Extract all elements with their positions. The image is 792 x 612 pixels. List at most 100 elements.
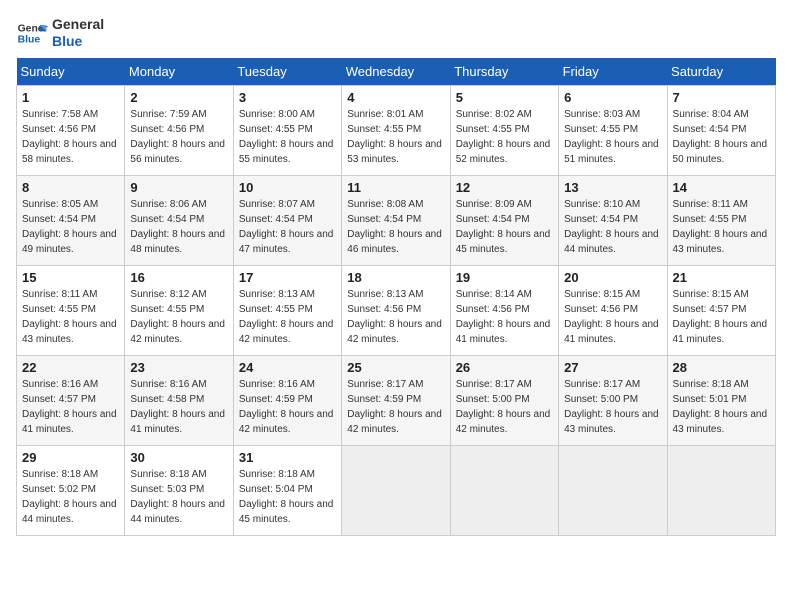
sunset-label: Sunset: 5:02 PM — [22, 484, 96, 495]
sunset-label: Sunset: 4:55 PM — [239, 304, 313, 315]
daylight-label: Daylight: 8 hours and 44 minutes. — [22, 499, 117, 525]
calendar-day-cell: 5 Sunrise: 8:02 AM Sunset: 4:55 PM Dayli… — [450, 85, 558, 175]
daylight-label: Daylight: 8 hours and 43 minutes. — [673, 229, 768, 255]
calendar-week-row: 15 Sunrise: 8:11 AM Sunset: 4:55 PM Dayl… — [17, 265, 776, 355]
day-info: Sunrise: 8:10 AM Sunset: 4:54 PM Dayligh… — [564, 197, 661, 257]
sunset-label: Sunset: 4:54 PM — [130, 214, 204, 225]
sunrise-label: Sunrise: 8:01 AM — [347, 109, 423, 120]
daylight-label: Daylight: 8 hours and 45 minutes. — [239, 499, 334, 525]
daylight-label: Daylight: 8 hours and 41 minutes. — [564, 319, 659, 345]
daylight-label: Daylight: 8 hours and 41 minutes. — [130, 409, 225, 435]
calendar-day-cell: 22 Sunrise: 8:16 AM Sunset: 4:57 PM Dayl… — [17, 355, 125, 445]
daylight-label: Daylight: 8 hours and 43 minutes. — [673, 409, 768, 435]
calendar-week-row: 22 Sunrise: 8:16 AM Sunset: 4:57 PM Dayl… — [17, 355, 776, 445]
sunrise-label: Sunrise: 8:16 AM — [239, 379, 315, 390]
daylight-label: Daylight: 8 hours and 41 minutes. — [673, 319, 768, 345]
sunset-label: Sunset: 4:55 PM — [673, 214, 747, 225]
sunset-label: Sunset: 4:56 PM — [456, 304, 530, 315]
day-info: Sunrise: 8:18 AM Sunset: 5:04 PM Dayligh… — [239, 467, 336, 527]
daylight-label: Daylight: 8 hours and 43 minutes. — [22, 319, 117, 345]
calendar-week-row: 8 Sunrise: 8:05 AM Sunset: 4:54 PM Dayli… — [17, 175, 776, 265]
sunset-label: Sunset: 4:54 PM — [347, 214, 421, 225]
daylight-label: Daylight: 8 hours and 48 minutes. — [130, 229, 225, 255]
sunset-label: Sunset: 4:55 PM — [130, 304, 204, 315]
calendar-empty-cell — [342, 445, 450, 535]
calendar-day-cell: 6 Sunrise: 8:03 AM Sunset: 4:55 PM Dayli… — [559, 85, 667, 175]
calendar-day-cell: 23 Sunrise: 8:16 AM Sunset: 4:58 PM Dayl… — [125, 355, 233, 445]
day-number: 14 — [673, 180, 770, 195]
daylight-label: Daylight: 8 hours and 42 minutes. — [347, 409, 442, 435]
daylight-label: Daylight: 8 hours and 47 minutes. — [239, 229, 334, 255]
calendar-day-cell: 13 Sunrise: 8:10 AM Sunset: 4:54 PM Dayl… — [559, 175, 667, 265]
svg-text:Blue: Blue — [18, 34, 41, 45]
day-info: Sunrise: 8:03 AM Sunset: 4:55 PM Dayligh… — [564, 107, 661, 167]
sunset-label: Sunset: 4:59 PM — [347, 394, 421, 405]
calendar-header-tuesday: Tuesday — [233, 58, 341, 86]
sunrise-label: Sunrise: 7:59 AM — [130, 109, 206, 120]
day-info: Sunrise: 8:04 AM Sunset: 4:54 PM Dayligh… — [673, 107, 770, 167]
day-number: 5 — [456, 90, 553, 105]
day-number: 26 — [456, 360, 553, 375]
day-info: Sunrise: 8:01 AM Sunset: 4:55 PM Dayligh… — [347, 107, 444, 167]
day-info: Sunrise: 8:15 AM Sunset: 4:56 PM Dayligh… — [564, 287, 661, 347]
day-number: 16 — [130, 270, 227, 285]
sunset-label: Sunset: 4:54 PM — [564, 214, 638, 225]
day-info: Sunrise: 8:02 AM Sunset: 4:55 PM Dayligh… — [456, 107, 553, 167]
daylight-label: Daylight: 8 hours and 51 minutes. — [564, 139, 659, 165]
logo: General Blue General Blue — [16, 16, 104, 50]
sunset-label: Sunset: 4:55 PM — [239, 124, 313, 135]
day-info: Sunrise: 8:09 AM Sunset: 4:54 PM Dayligh… — [456, 197, 553, 257]
day-number: 2 — [130, 90, 227, 105]
day-info: Sunrise: 8:13 AM Sunset: 4:55 PM Dayligh… — [239, 287, 336, 347]
sunset-label: Sunset: 4:56 PM — [564, 304, 638, 315]
day-info: Sunrise: 8:05 AM Sunset: 4:54 PM Dayligh… — [22, 197, 119, 257]
sunset-label: Sunset: 4:57 PM — [22, 394, 96, 405]
calendar-header-wednesday: Wednesday — [342, 58, 450, 86]
calendar-day-cell: 29 Sunrise: 8:18 AM Sunset: 5:02 PM Dayl… — [17, 445, 125, 535]
day-number: 18 — [347, 270, 444, 285]
calendar-day-cell: 8 Sunrise: 8:05 AM Sunset: 4:54 PM Dayli… — [17, 175, 125, 265]
sunrise-label: Sunrise: 8:04 AM — [673, 109, 749, 120]
calendar-header-saturday: Saturday — [667, 58, 775, 86]
day-info: Sunrise: 8:18 AM Sunset: 5:02 PM Dayligh… — [22, 467, 119, 527]
calendar-day-cell: 3 Sunrise: 8:00 AM Sunset: 4:55 PM Dayli… — [233, 85, 341, 175]
sunrise-label: Sunrise: 8:14 AM — [456, 289, 532, 300]
day-number: 4 — [347, 90, 444, 105]
daylight-label: Daylight: 8 hours and 42 minutes. — [239, 319, 334, 345]
sunset-label: Sunset: 4:56 PM — [347, 304, 421, 315]
day-number: 28 — [673, 360, 770, 375]
sunset-label: Sunset: 4:59 PM — [239, 394, 313, 405]
daylight-label: Daylight: 8 hours and 49 minutes. — [22, 229, 117, 255]
calendar-header-sunday: Sunday — [17, 58, 125, 86]
calendar-day-cell: 2 Sunrise: 7:59 AM Sunset: 4:56 PM Dayli… — [125, 85, 233, 175]
calendar-empty-cell — [667, 445, 775, 535]
daylight-label: Daylight: 8 hours and 55 minutes. — [239, 139, 334, 165]
sunrise-label: Sunrise: 7:58 AM — [22, 109, 98, 120]
day-info: Sunrise: 8:18 AM Sunset: 5:03 PM Dayligh… — [130, 467, 227, 527]
sunrise-label: Sunrise: 8:13 AM — [347, 289, 423, 300]
day-number: 24 — [239, 360, 336, 375]
day-info: Sunrise: 8:12 AM Sunset: 4:55 PM Dayligh… — [130, 287, 227, 347]
calendar-header-thursday: Thursday — [450, 58, 558, 86]
logo-icon: General Blue — [16, 17, 48, 49]
calendar-day-cell: 31 Sunrise: 8:18 AM Sunset: 5:04 PM Dayl… — [233, 445, 341, 535]
sunrise-label: Sunrise: 8:16 AM — [22, 379, 98, 390]
sunrise-label: Sunrise: 8:09 AM — [456, 199, 532, 210]
sunrise-label: Sunrise: 8:15 AM — [564, 289, 640, 300]
day-info: Sunrise: 8:17 AM Sunset: 4:59 PM Dayligh… — [347, 377, 444, 437]
sunrise-label: Sunrise: 8:10 AM — [564, 199, 640, 210]
sunrise-label: Sunrise: 8:02 AM — [456, 109, 532, 120]
day-number: 11 — [347, 180, 444, 195]
day-number: 7 — [673, 90, 770, 105]
daylight-label: Daylight: 8 hours and 42 minutes. — [239, 409, 334, 435]
page-header: General Blue General Blue — [16, 16, 776, 50]
sunrise-label: Sunrise: 8:06 AM — [130, 199, 206, 210]
calendar-day-cell: 11 Sunrise: 8:08 AM Sunset: 4:54 PM Dayl… — [342, 175, 450, 265]
sunrise-label: Sunrise: 8:17 AM — [347, 379, 423, 390]
day-number: 15 — [22, 270, 119, 285]
day-info: Sunrise: 8:07 AM Sunset: 4:54 PM Dayligh… — [239, 197, 336, 257]
sunset-label: Sunset: 5:04 PM — [239, 484, 313, 495]
day-number: 13 — [564, 180, 661, 195]
calendar-day-cell: 17 Sunrise: 8:13 AM Sunset: 4:55 PM Dayl… — [233, 265, 341, 355]
sunset-label: Sunset: 4:54 PM — [22, 214, 96, 225]
